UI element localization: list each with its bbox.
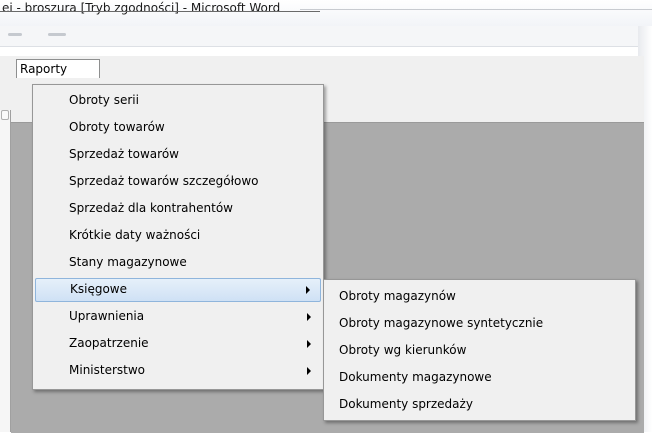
- submenu-item-dokumenty-magazynowe[interactable]: Dokumenty magazynowe: [326, 366, 633, 390]
- submenu-item-obroty-magazynowe-syntetycznie[interactable]: Obroty magazynowe syntetycznie: [326, 312, 633, 336]
- menu-item-label: Stany magazynowe: [69, 255, 187, 269]
- menu-item-label: Księgowe: [70, 282, 127, 296]
- menu-item-label: Krótkie daty ważności: [69, 228, 201, 242]
- background-word-titlebar: ei - broszura [Tryb zgodności] - Microso…: [0, 0, 652, 26]
- menu-item-obroty-towarow[interactable]: Obroty towarów: [35, 116, 321, 140]
- menu-item-ksiegowe[interactable]: Księgowe: [35, 278, 321, 302]
- title-strike-line: [0, 11, 320, 12]
- blurred-tab-icon: [48, 33, 66, 36]
- chevron-right-icon: [307, 340, 311, 348]
- menu-item-uprawnienia[interactable]: Uprawnienia: [35, 305, 321, 329]
- ksiegowe-submenu: Obroty magazynów Obroty magazynowe synte…: [323, 279, 636, 421]
- menu-item-label: Sprzedaż towarów szczegółowo: [69, 174, 259, 188]
- chevron-right-icon: [307, 367, 311, 375]
- submenu-item-dokumenty-sprzedazy[interactable]: Dokumenty sprzedaży: [326, 393, 633, 417]
- menubar: Raporty: [0, 56, 644, 78]
- menu-item-sprzedaz-towarow-szczegolowo[interactable]: Sprzedaż towarów szczegółowo: [35, 170, 321, 194]
- menu-raporty[interactable]: Raporty: [16, 59, 100, 78]
- menu-item-label: Obroty serii: [69, 93, 139, 107]
- chevron-right-icon: [306, 286, 310, 294]
- window-title: ei - broszura [Tryb zgodności] - Microso…: [2, 1, 281, 15]
- menu-item-label: Zaopatrzenie: [69, 336, 149, 350]
- menu-item-label: Dokumenty magazynowe: [339, 370, 492, 384]
- panel-grip-icon[interactable]: [1, 110, 9, 120]
- menu-item-label: Obroty towarów: [69, 120, 165, 134]
- menu-item-label: Sprzedaż towarów: [69, 147, 179, 161]
- submenu-item-obroty-wg-kierunkow[interactable]: Obroty wg kierunków: [326, 339, 633, 363]
- titlebar-divider: [300, 9, 652, 10]
- menu-item-zaopatrzenie[interactable]: Zaopatrzenie: [35, 332, 321, 356]
- menu-item-stany-magazynowe[interactable]: Stany magazynowe: [35, 251, 321, 275]
- menu-item-krotkie-daty-waznosci[interactable]: Krótkie daty ważności: [35, 224, 321, 248]
- menu-item-label: Ministerstwo: [69, 363, 146, 377]
- menu-raporty-label: Raporty: [20, 62, 68, 76]
- menu-item-label: Obroty magazynowe syntetycznie: [339, 316, 544, 330]
- submenu-item-obroty-magazynow[interactable]: Obroty magazynów: [326, 285, 633, 309]
- blurred-tab-icon: [8, 33, 22, 36]
- background-ribbon-strip: [0, 26, 640, 47]
- menu-item-ministerstwo[interactable]: Ministerstwo: [35, 359, 321, 383]
- raporty-dropdown: Obroty serii Obroty towarów Sprzedaż tow…: [32, 84, 324, 390]
- menu-item-sprzedaz-towarow[interactable]: Sprzedaż towarów: [35, 143, 321, 167]
- menu-item-label: Obroty wg kierunków: [339, 343, 467, 357]
- chevron-right-icon: [307, 313, 311, 321]
- menu-item-label: Sprzedaż dla kontrahentów: [69, 201, 233, 215]
- menu-item-label: Dokumenty sprzedaży: [339, 397, 473, 411]
- menu-item-obroty-serii[interactable]: Obroty serii: [35, 89, 321, 113]
- left-panel-edge: [0, 110, 11, 432]
- menu-item-label: Uprawnienia: [69, 309, 145, 323]
- menu-item-sprzedaz-dla-kontrahentow[interactable]: Sprzedaż dla kontrahentów: [35, 197, 321, 221]
- menu-item-label: Obroty magazynów: [339, 289, 456, 303]
